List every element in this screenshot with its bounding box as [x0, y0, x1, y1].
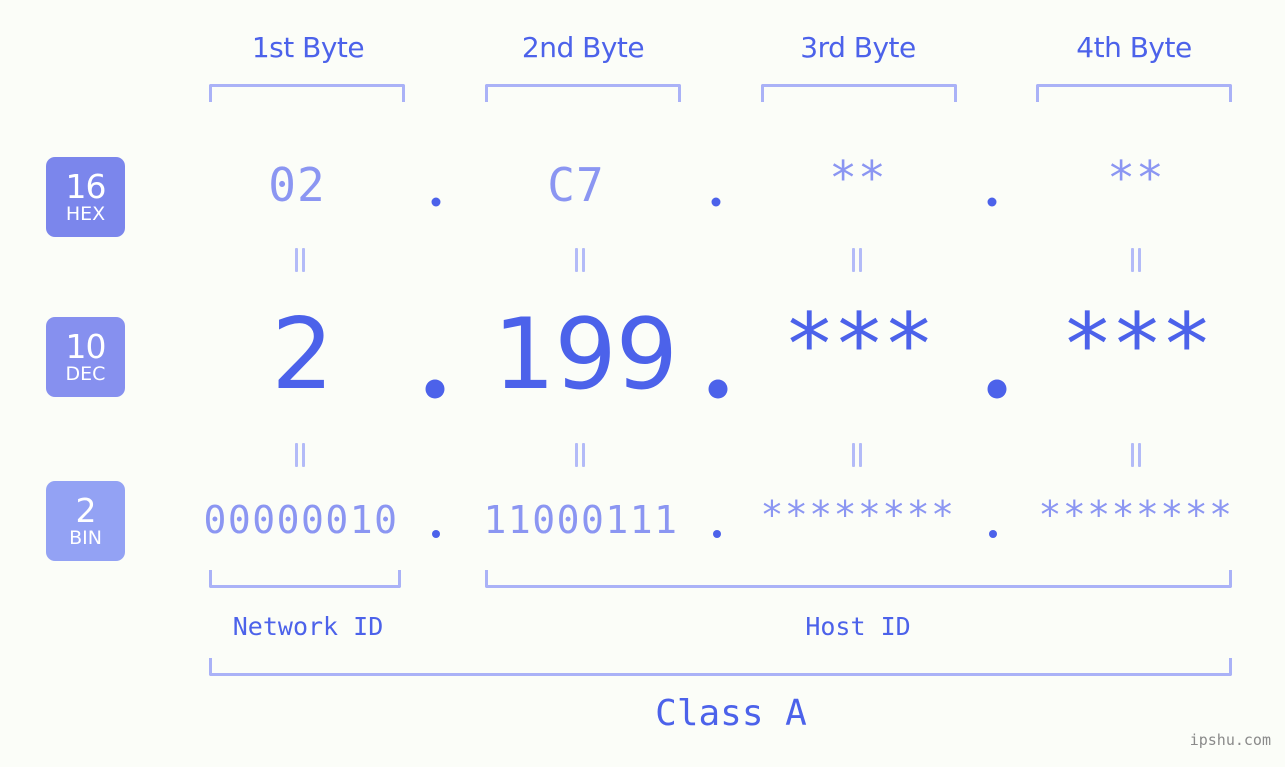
bin-byte-3: ********: [760, 493, 956, 537]
equality-marker-dec-bin-3: [850, 443, 864, 467]
dec-byte-1: 2: [271, 298, 333, 412]
byte-header-4: 4th Byte: [1076, 31, 1192, 64]
equality-marker-dec-bin-4: [1129, 443, 1143, 467]
host-id-label: Host ID: [805, 612, 911, 641]
network-id-label: Network ID: [232, 612, 384, 641]
dec-byte-2: 199: [492, 298, 678, 412]
byte-bracket-3: [761, 84, 957, 102]
dec-separator-dot-1: [425, 379, 445, 399]
equality-marker-dec-bin-1: [293, 443, 307, 467]
byte-bracket-2: [485, 84, 681, 102]
hex-separator-dot-3: [987, 197, 997, 207]
hex-separator-dot-1: [431, 197, 441, 207]
byte-bracket-4: [1036, 84, 1232, 102]
equality-marker-dec-bin-2: [573, 443, 587, 467]
equality-marker-hex-dec-3: [850, 248, 864, 272]
base-badge-hex: 16 HEX: [46, 157, 125, 237]
hex-byte-4: **: [1107, 151, 1165, 205]
bin-separator-dot-2: [713, 530, 721, 538]
base-badge-bin-number: 2: [75, 491, 97, 530]
hex-byte-2: C7: [547, 158, 605, 212]
byte-bracket-1: [209, 84, 405, 102]
dec-byte-3: ***: [783, 295, 934, 395]
dec-byte-4: ***: [1061, 295, 1212, 395]
base-badge-hex-system: HEX: [65, 203, 106, 225]
class-bracket: [209, 658, 1232, 676]
bin-byte-4: ********: [1038, 493, 1234, 537]
class-label: Class A: [655, 693, 807, 734]
bin-byte-2: 11000111: [483, 498, 679, 542]
equality-marker-hex-dec-4: [1129, 248, 1143, 272]
byte-header-3: 3rd Byte: [800, 31, 916, 64]
base-badge-hex-number: 16: [65, 167, 107, 206]
base-badge-bin: 2 BIN: [46, 481, 125, 561]
byte-header-1: 1st Byte: [251, 31, 365, 64]
base-badge-dec-number: 10: [65, 327, 107, 366]
byte-header-2: 2nd Byte: [521, 31, 645, 64]
host-id-bracket: [485, 570, 1232, 588]
site-watermark: ipshu.com: [1189, 731, 1271, 749]
equality-marker-hex-dec-1: [293, 248, 307, 272]
bin-byte-1: 00000010: [203, 498, 399, 542]
hex-byte-3: **: [829, 151, 887, 205]
base-badge-bin-system: BIN: [69, 527, 102, 549]
hex-byte-1: 02: [268, 158, 326, 212]
hex-separator-dot-2: [711, 197, 721, 207]
base-badge-dec-system: DEC: [65, 363, 106, 385]
dec-separator-dot-3: [987, 379, 1007, 399]
dec-separator-dot-2: [708, 379, 728, 399]
equality-marker-hex-dec-2: [573, 248, 587, 272]
base-badge-dec: 10 DEC: [46, 317, 125, 397]
bin-separator-dot-3: [989, 530, 997, 538]
bin-separator-dot-1: [432, 530, 440, 538]
ip-address-breakdown-diagram: 1st Byte 2nd Byte 3rd Byte 4th Byte 16 H…: [0, 0, 1285, 767]
network-id-bracket: [209, 570, 401, 588]
